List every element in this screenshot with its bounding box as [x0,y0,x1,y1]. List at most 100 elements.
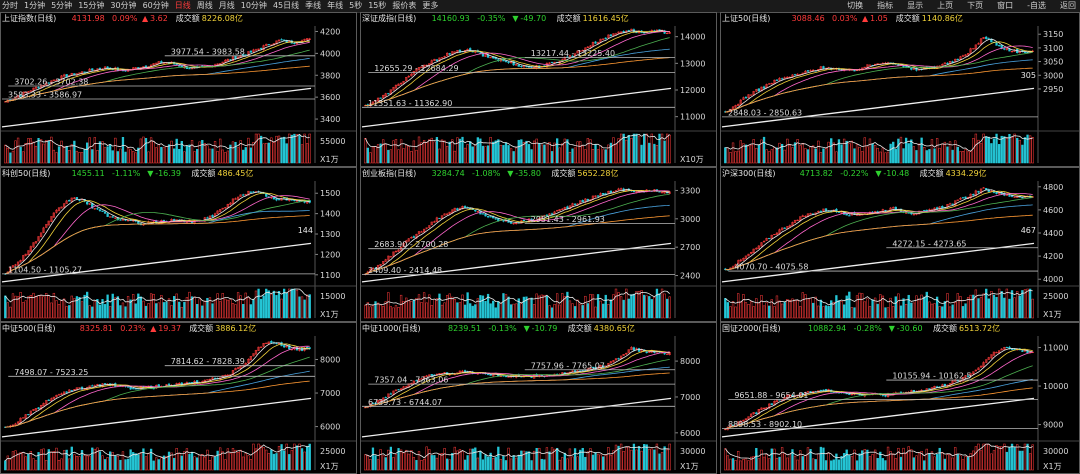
toolbar-action-4[interactable]: 下页 [967,1,983,10]
toolbar-action-7[interactable]: 返回 [1060,1,1076,10]
panel-chg-sign: ▼ [507,169,514,178]
candle-body [1013,348,1016,350]
y-tick-label: 8000 [680,357,700,366]
y-tick-label: 3150 [1043,30,1063,39]
volume-bar [27,453,30,471]
volume-bar [440,453,444,471]
toolbar-action-1[interactable]: 指标 [877,1,893,10]
volume-bar [80,152,84,164]
volume-bar [737,150,740,164]
volume-bar [405,449,408,471]
volume-bar [369,306,372,319]
period-tab-3[interactable]: 15分钟 [78,1,104,10]
chart-panel-4[interactable]: 创业板指(日线) 3284.74 -1.08% ▼ -35.80 成交额 5652.28亿 3… [360,167,717,322]
volume-bar [876,147,879,164]
volume-bar [780,303,784,319]
candle-body [486,216,490,218]
volume-bar [11,150,15,164]
volume-bar [1003,136,1006,164]
candle-body [602,192,605,195]
period-tab-0[interactable]: 分时 [2,1,18,10]
volume-bar [208,460,212,471]
period-tab-11[interactable]: 季线 [305,1,321,10]
volume-bar [1028,288,1032,319]
volume-bar [737,293,740,319]
period-tab-12[interactable]: 年线 [327,1,343,10]
volume-bar [420,460,423,471]
chart-panel-2[interactable]: 上证50(日线) 3088.46 0.03% ▲ 1.05 成交额 1140.86亿 3150… [720,12,1080,167]
period-tab-14[interactable]: 15秒 [368,1,386,10]
volume-bar [747,460,750,471]
volume-bar [612,137,615,164]
volume-bar [799,145,802,164]
volume-bar [502,293,505,319]
volume-bar [917,298,921,319]
period-tab-2[interactable]: 5分钟 [51,1,72,10]
chart-panel-6[interactable]: 中证500(日线) 8325.81 0.23% ▲ 19.37 成交额 3886.12亿 80… [0,322,357,474]
candle-body [822,66,825,69]
volume-bar [835,151,838,164]
volume-bar [438,148,441,164]
period-tab-8[interactable]: 月线 [219,1,235,10]
level-label: 8898.53 - 8902.10 [728,420,802,429]
volume-bar [1026,443,1029,471]
period-tab-4[interactable]: 30分钟 [110,1,136,10]
volume-bar [272,290,276,319]
ma40-line [725,197,1033,271]
chart-panel-3[interactable]: 科创50(日线) 1455.11 -1.11% ▼ -16.39 成交额 486.45亿 15… [0,167,357,322]
candle-body [132,388,135,390]
volume-bar [532,450,536,471]
volume-bar [573,147,577,164]
panel-chg-sign: ▼ [147,169,154,178]
chart-panel-1[interactable]: 深证成指(日线) 14160.93 -0.35% ▼ -49.70 成交额 11616.45… [360,12,717,167]
period-tab-9[interactable]: 10分钟 [241,1,267,10]
volume-bar [392,457,395,471]
chart-panel-8[interactable]: 国证2000(日线) 10882.94 -0.28% ▼ -30.60 成交额 6513.7… [720,322,1080,474]
volume-bar [915,150,918,164]
toolbar-action-5[interactable]: 窗口 [997,1,1013,10]
volume-bar [556,138,559,164]
period-tab-16[interactable]: 更多 [422,1,438,10]
volume-bar [892,306,895,319]
toolbar-action-3[interactable]: 上页 [937,1,953,10]
volume-bar [752,306,755,319]
toolbar-action-0[interactable]: 切换 [847,1,863,10]
period-tab-5[interactable]: 60分钟 [143,1,169,10]
candle-body [907,212,910,214]
toolbar-action-6[interactable]: -自选 [1027,1,1046,10]
volume-bar [366,147,369,164]
toolbar-action-2[interactable]: 显示 [907,1,923,10]
volume-bar [770,448,773,471]
volume-bar [855,144,859,164]
volume-bar [604,455,607,471]
volume-bar [884,152,887,164]
period-tab-15[interactable]: 报价表 [392,1,416,10]
volume-bar [267,453,270,471]
volume-bar [430,137,433,164]
volume-bar [920,137,923,164]
chart-panel-7[interactable]: 中证1000(日线) 8239.51 -0.13% ▼ -10.79 成交额 4380.65… [360,322,717,474]
panel-vol-label: 成交额 [551,168,575,178]
volume-bar [75,150,79,164]
period-tab-6[interactable]: 日线 [175,1,191,10]
period-tab-13[interactable]: 5秒 [349,1,362,10]
chart-panel-0[interactable]: 上证指数(日线) 4131.98 0.09% ▲ 3.62 成交额 8226.08亿 4200… [0,12,357,167]
chart-panel-5[interactable]: 沪深300(日线) 4713.82 -0.22% ▼ -10.48 成交额 4334.29亿… [720,167,1080,322]
volume-bar [892,453,895,471]
volume-bar [845,449,848,471]
volume-bar [959,455,962,471]
period-tab-1[interactable]: 1分钟 [24,1,45,10]
volume-bar [589,294,592,319]
panel-chg-sign: ▼ [524,324,531,333]
period-tab-10[interactable]: 45日线 [273,1,299,10]
volume-bar [1000,135,1003,164]
volume-bar [45,460,48,471]
volume-bar [277,135,281,164]
period-tab-7[interactable]: 周线 [197,1,213,10]
volume-bar [172,148,176,164]
volume-unit: X1万 [680,462,699,471]
volume-bar [757,458,761,471]
volume-bar [371,305,375,319]
volume-bar [433,299,436,319]
volume-bar [517,139,520,164]
